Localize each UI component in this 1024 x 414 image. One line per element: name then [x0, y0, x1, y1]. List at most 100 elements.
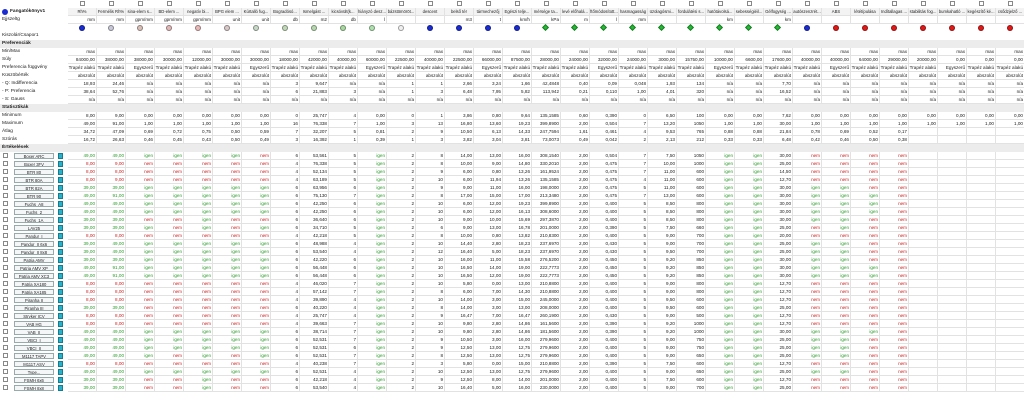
value-cell[interactable]: igen [184, 368, 213, 376]
value-cell[interactable]: 13,00 [503, 304, 532, 312]
value-cell[interactable]: n/a [706, 96, 735, 104]
value-cell[interactable]: 12,70 [764, 360, 793, 368]
value-cell[interactable]: nem [126, 360, 155, 368]
value-cell[interactable]: 38000,00 [97, 56, 126, 64]
value-cell[interactable]: 800 [677, 216, 706, 224]
column-header[interactable]: hiányzó desz... [358, 8, 387, 16]
value-cell[interactable] [967, 304, 996, 312]
value-cell[interactable]: 49,00 [68, 152, 97, 160]
value-cell[interactable]: 30,00 [764, 184, 793, 192]
value-cell[interactable]: 53,540 [300, 384, 329, 392]
unit-cell[interactable] [416, 16, 445, 24]
row-checkbox[interactable] [3, 225, 8, 230]
value-cell[interactable]: 247,7594 [532, 128, 561, 136]
value-cell[interactable]: 5,80 [445, 280, 474, 288]
value-cell[interactable]: igen [184, 264, 213, 272]
value-cell[interactable]: 0,72 [155, 128, 184, 136]
value-cell[interactable]: 52,531 [300, 352, 329, 360]
value-cell[interactable]: 5 [619, 376, 648, 384]
value-cell[interactable] [909, 128, 938, 136]
value-cell[interactable]: 8 [416, 352, 445, 360]
unit-cell[interactable] [880, 16, 909, 24]
value-cell[interactable]: 2,80 [474, 240, 503, 248]
value-cell[interactable]: igen [822, 216, 851, 224]
value-cell[interactable]: 0,69 [126, 128, 155, 136]
value-cell[interactable]: nem [851, 176, 880, 184]
value-cell[interactable]: max [532, 48, 561, 56]
value-cell[interactable]: 7,50 [648, 376, 677, 384]
value-cell[interactable]: 42,250 [300, 200, 329, 208]
value-cell[interactable]: 8,00 [68, 176, 97, 184]
value-cell[interactable]: igen [126, 272, 155, 280]
value-cell[interactable]: igen [126, 224, 155, 232]
value-cell[interactable]: 56,448 [300, 264, 329, 272]
value-cell[interactable] [938, 376, 967, 384]
value-cell[interactable]: 1,00 [880, 120, 909, 128]
value-cell[interactable]: Trapéz alakú [300, 64, 329, 72]
value-cell[interactable] [938, 176, 967, 184]
value-cell[interactable]: 13,00 [474, 152, 503, 160]
value-cell[interactable]: nem [851, 184, 880, 192]
value-cell[interactable]: 36,640 [300, 216, 329, 224]
value-cell[interactable]: n/a [648, 96, 677, 104]
value-cell[interactable]: 8,00 [68, 160, 97, 168]
value-cell[interactable]: igen [155, 152, 184, 160]
column-header[interactable]: Indítallagas ... [880, 8, 909, 16]
value-cell[interactable]: 1 [329, 136, 358, 144]
value-cell[interactable]: 5 [619, 272, 648, 280]
unit-cell[interactable] [648, 16, 677, 24]
column-enable-checkbox[interactable] [1008, 1, 1013, 6]
value-cell[interactable]: 56,448 [300, 272, 329, 280]
value-cell[interactable] [967, 376, 996, 384]
value-cell[interactable]: 7 [329, 336, 358, 344]
value-cell[interactable] [996, 136, 1024, 144]
value-cell[interactable]: 12,70 [764, 176, 793, 184]
value-cell[interactable] [996, 368, 1024, 376]
value-cell[interactable] [996, 200, 1024, 208]
value-cell[interactable]: 2,00 [561, 240, 590, 248]
value-cell[interactable]: 10 [416, 240, 445, 248]
value-cell[interactable]: 16,80 [445, 120, 474, 128]
value-cell[interactable]: 1 [416, 80, 445, 88]
value-cell[interactable]: Trapéz alakú [271, 64, 300, 72]
row-checkbox[interactable] [3, 185, 8, 190]
value-cell[interactable]: nem [822, 360, 851, 368]
value-cell[interactable]: 14,00 [445, 304, 474, 312]
value-cell[interactable]: max [706, 48, 735, 56]
value-cell[interactable] [996, 232, 1024, 240]
value-cell[interactable]: nem [880, 256, 909, 264]
value-cell[interactable]: 2,00 [561, 376, 590, 384]
value-cell[interactable]: 10,50 [445, 128, 474, 136]
value-cell[interactable]: 42,218 [300, 232, 329, 240]
unit-cell[interactable] [735, 16, 764, 24]
value-cell[interactable]: nem [851, 224, 880, 232]
value-cell[interactable]: 279,9600 [532, 336, 561, 344]
value-cell[interactable]: nem [213, 376, 242, 384]
value-cell[interactable]: nem [213, 288, 242, 296]
value-cell[interactable]: 1050 [677, 152, 706, 160]
value-cell[interactable]: igen [793, 264, 822, 272]
value-cell[interactable]: nem [880, 184, 909, 192]
value-cell[interactable]: max [416, 48, 445, 56]
value-cell[interactable]: nem [880, 320, 909, 328]
value-cell[interactable]: 0,80 [474, 112, 503, 120]
value-cell[interactable]: nem [880, 200, 909, 208]
value-cell[interactable]: 14,86 [503, 328, 532, 336]
value-cell[interactable]: 5 [619, 256, 648, 264]
value-cell[interactable]: igen [155, 264, 184, 272]
value-cell[interactable]: 0,504 [590, 152, 619, 160]
value-cell[interactable]: igen [358, 328, 387, 336]
value-cell[interactable]: 22500,00 [445, 56, 474, 64]
row-checkbox[interactable] [3, 153, 8, 158]
value-cell[interactable]: 63,956 [300, 184, 329, 192]
column-enable-checkbox[interactable] [138, 1, 143, 6]
value-cell[interactable]: nem [880, 384, 909, 392]
value-cell[interactable]: 2 [387, 344, 416, 352]
value-cell[interactable]: 6 [271, 304, 300, 312]
value-cell[interactable]: nem [793, 168, 822, 176]
value-cell[interactable]: abszolút [155, 72, 184, 80]
value-cell[interactable]: abszolút [532, 72, 561, 80]
value-cell[interactable]: igen [735, 232, 764, 240]
value-cell[interactable]: 42,220 [300, 256, 329, 264]
value-cell[interactable] [909, 336, 938, 344]
